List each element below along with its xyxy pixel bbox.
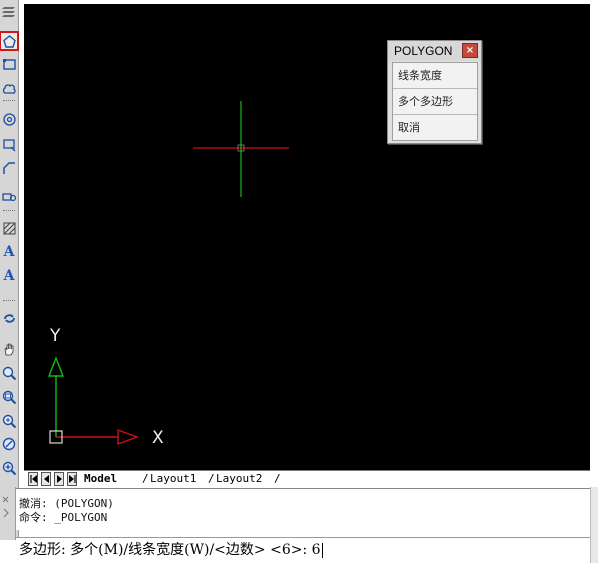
mtext-icon[interactable]: A — [1, 268, 17, 284]
command-scrollbar[interactable] — [590, 487, 598, 563]
tab-model[interactable]: Model — [80, 471, 121, 487]
next-tab-button[interactable] — [54, 472, 64, 486]
insert-icon[interactable] — [1, 137, 17, 153]
zoom-extents-icon[interactable] — [1, 413, 17, 429]
last-tab-button[interactable] — [67, 472, 77, 486]
undo-redo-icon[interactable] — [1, 310, 17, 326]
prev-tab-button[interactable] — [41, 472, 51, 486]
ucs-y-arrow — [47, 356, 65, 377]
hatch-icon[interactable] — [1, 220, 17, 236]
canvas-graphics — [47, 101, 289, 446]
tab-layout2[interactable]: Layout2 — [212, 471, 266, 487]
ucs-x-label: X — [152, 428, 164, 448]
history-line: 撤消: (POLYGON) — [19, 497, 114, 510]
block-icon[interactable] — [1, 188, 17, 204]
zoom-previous-icon[interactable] — [1, 436, 17, 452]
menu-item-cancel[interactable]: 取消 — [393, 115, 477, 141]
first-tab-button[interactable] — [28, 472, 38, 486]
text-cursor — [321, 542, 323, 558]
pan-icon[interactable] — [1, 341, 17, 357]
polyline-icon[interactable] — [1, 160, 17, 176]
draw-toolbar: A A — [0, 0, 19, 540]
polygon-icon[interactable] — [0, 31, 19, 51]
mtext-letter: A — [3, 268, 15, 284]
zoom-realtime-icon[interactable] — [1, 365, 17, 381]
revcloud-icon[interactable] — [1, 81, 17, 97]
text-icon[interactable]: A — [1, 244, 17, 260]
close-icon[interactable]: × — [462, 43, 478, 58]
command-prompt: 多边形: 多个(M)/线条宽度(W)/<边数> <6>: 6 — [19, 542, 321, 558]
menu-item-line-width[interactable]: 线条宽度 — [393, 63, 477, 89]
zoom-in-icon[interactable] — [1, 460, 17, 476]
command-line[interactable]: 多边形: 多个(M)/线条宽度(W)/<边数> <6>: 6 — [16, 537, 590, 563]
tab-divider: / — [274, 472, 281, 485]
zoom-window-icon[interactable] — [1, 389, 17, 405]
layout-tab-bar: Model / Layout1 / Layout2 / — [24, 470, 590, 487]
ucs-x-arrow — [117, 428, 140, 446]
command-window-grip[interactable] — [0, 487, 16, 540]
popup-menu: 线条宽度 多个多边形 取消 — [392, 62, 478, 141]
tab-layout1[interactable]: Layout1 — [146, 471, 200, 487]
rectangle-icon[interactable] — [1, 56, 17, 72]
drawing-canvas[interactable]: Y X — [24, 4, 590, 470]
history-line: 命令: _POLYGON — [19, 511, 108, 524]
ucs-y-label: Y — [50, 326, 61, 346]
text-letter: A — [3, 244, 15, 260]
command-history: 撤消: (POLYGON) 命令: _POLYGON — [16, 488, 590, 530]
layer-icon[interactable] — [1, 3, 17, 19]
grip-icon — [2, 496, 9, 518]
circle-icon[interactable] — [1, 111, 17, 127]
menu-item-multiple-polygons[interactable]: 多个多边形 — [393, 89, 477, 115]
polygon-options-popup: POLYGON × 线条宽度 多个多边形 取消 — [387, 40, 482, 144]
